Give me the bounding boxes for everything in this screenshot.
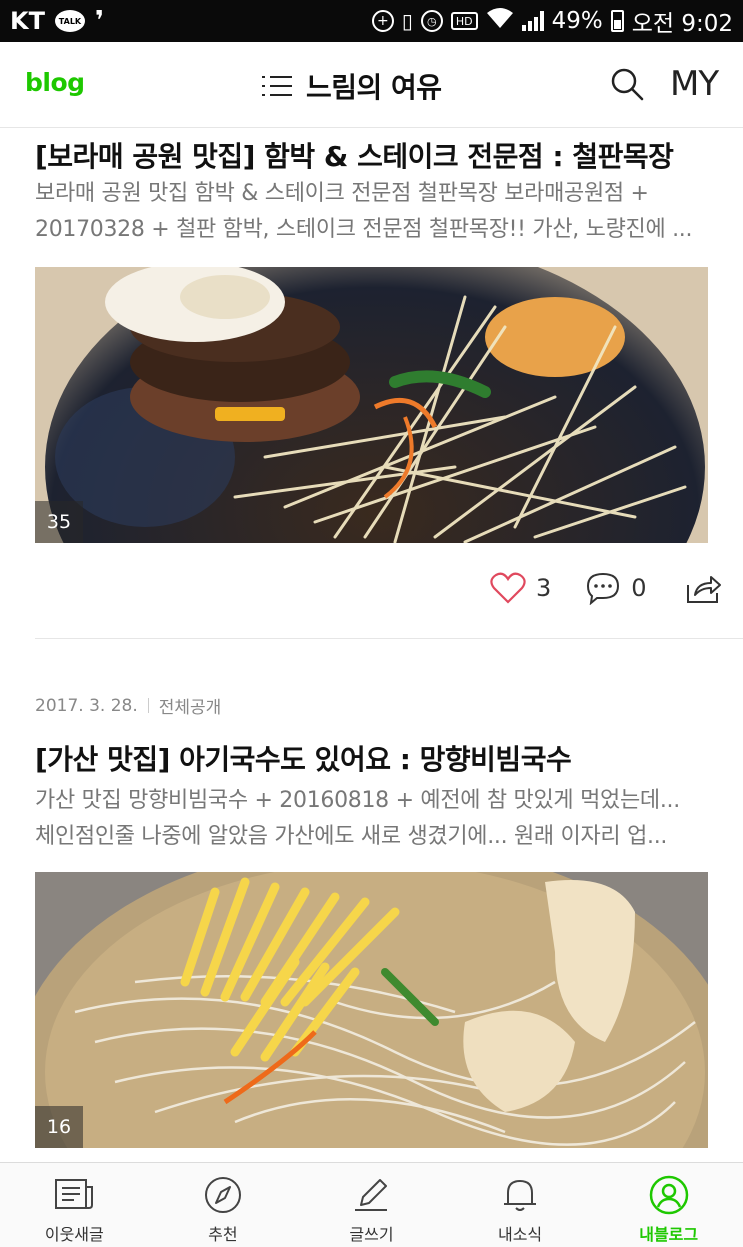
like-button[interactable]: 3 [490, 572, 551, 604]
post-title[interactable]: [가산 맛집] 아기국수도 있어요 : 망향비빔국수 [35, 738, 572, 778]
share-icon [686, 576, 721, 603]
post-excerpt[interactable]: 가산 맛집 망향비빔국수 + 20160818 + 예전에 참 맛있게 먹었는데… [35, 783, 710, 855]
post-excerpt[interactable]: 보라매 공원 맛집 함박 & 스테이크 전문점 철판목장 보라매공원점 + 20… [35, 176, 710, 248]
excerpt-line: 가산 맛집 망향비빔국수 + 20160818 + 예전에 참 맛있게 먹었는데… [35, 788, 680, 813]
nav-my-blog[interactable]: 내블로그 [594, 1163, 743, 1247]
nav-label: 글쓰기 [349, 1225, 394, 1244]
excerpt-line: 체인점인줄 나중에 알았음 가산에도 새로 생겼기에... 원래 이자리 업..… [35, 824, 668, 849]
nav-label: 내소식 [497, 1225, 543, 1244]
wifi-icon [486, 7, 514, 35]
vibrate-icon: ▯ [401, 9, 413, 33]
nav-notifications[interactable]: 내소식 [446, 1163, 595, 1247]
data-saver-icon: + [371, 10, 394, 32]
status-bar: KT TALK ❜ + ▯ ◷ HD 49% 오전 9:02 [0, 0, 743, 42]
excerpt-line: 보라매 공원 맛집 함박 & 스테이크 전문점 철판목장 보라매공원점 + [35, 181, 649, 206]
search-icon[interactable] [610, 67, 644, 101]
blog-logo[interactable]: blog [25, 68, 85, 97]
bell-icon [504, 1179, 537, 1211]
compass-icon [204, 1177, 241, 1213]
battery-icon [610, 10, 624, 32]
post-title[interactable]: [보라매 공원 맛집] 함박 & 스테이크 전문점 : 철판목장 [35, 135, 674, 175]
like-count: 3 [536, 574, 552, 602]
page-title: 느림의 여유 [306, 71, 442, 104]
app-header: blog 느림의 여유 MY [0, 42, 743, 128]
nav-label: 이웃새글 [44, 1225, 104, 1244]
kakaotalk-icon: TALK [54, 10, 85, 32]
notification-comma-icon: ❜ [94, 6, 104, 36]
nav-neighbor-posts[interactable]: 이웃새글 [0, 1163, 149, 1247]
nav-recommend[interactable]: 추천 [149, 1163, 298, 1247]
photo-count-badge: 35 [35, 501, 83, 543]
post-actions: 3 0 [490, 568, 721, 608]
signal-icon [521, 11, 544, 31]
post-visibility: 전체공개 [158, 698, 222, 718]
comment-button[interactable]: 0 [585, 571, 647, 605]
blog-title-button[interactable]: 느림의 여유 [262, 66, 442, 106]
post-divider [35, 638, 743, 639]
my-button[interactable]: MY [670, 64, 719, 104]
newspaper-icon [55, 1179, 94, 1209]
post-date: 2017. 3. 28. [35, 695, 138, 716]
bottom-navigation: 이웃새글 추천 글쓰기 내소식 내블로그 [0, 1162, 743, 1247]
hd-voice-icon: HD [450, 12, 478, 30]
battery-percent: 49% [551, 8, 603, 34]
carrier-label: KT [10, 7, 45, 35]
post-image-noodles[interactable]: 16 [35, 872, 708, 1148]
clock: 오전 9:02 [631, 11, 733, 37]
nav-label: 내블로그 [639, 1225, 699, 1244]
noodle-soup-photo [35, 872, 708, 1148]
hamburg-steak-photo [35, 267, 708, 543]
list-icon [262, 74, 292, 98]
profile-icon [649, 1175, 688, 1215]
pencil-icon [355, 1179, 388, 1211]
comment-icon [587, 572, 620, 605]
alarm-icon: ◷ [420, 10, 443, 32]
post-image-hamburg-steak[interactable]: 35 [35, 267, 708, 543]
post-meta: 2017. 3. 28. 전체공개 [35, 693, 222, 719]
comment-count: 0 [631, 574, 647, 602]
heart-icon [490, 572, 526, 604]
nav-label: 추천 [208, 1225, 238, 1244]
share-button[interactable] [685, 571, 723, 605]
meta-separator [147, 698, 149, 713]
nav-write[interactable]: 글쓰기 [297, 1163, 446, 1247]
photo-count-badge: 16 [35, 1106, 83, 1148]
excerpt-line: 20170328 + 철판 함박, 스테이크 전문점 철판목장!! 가산, 노량… [35, 217, 693, 242]
